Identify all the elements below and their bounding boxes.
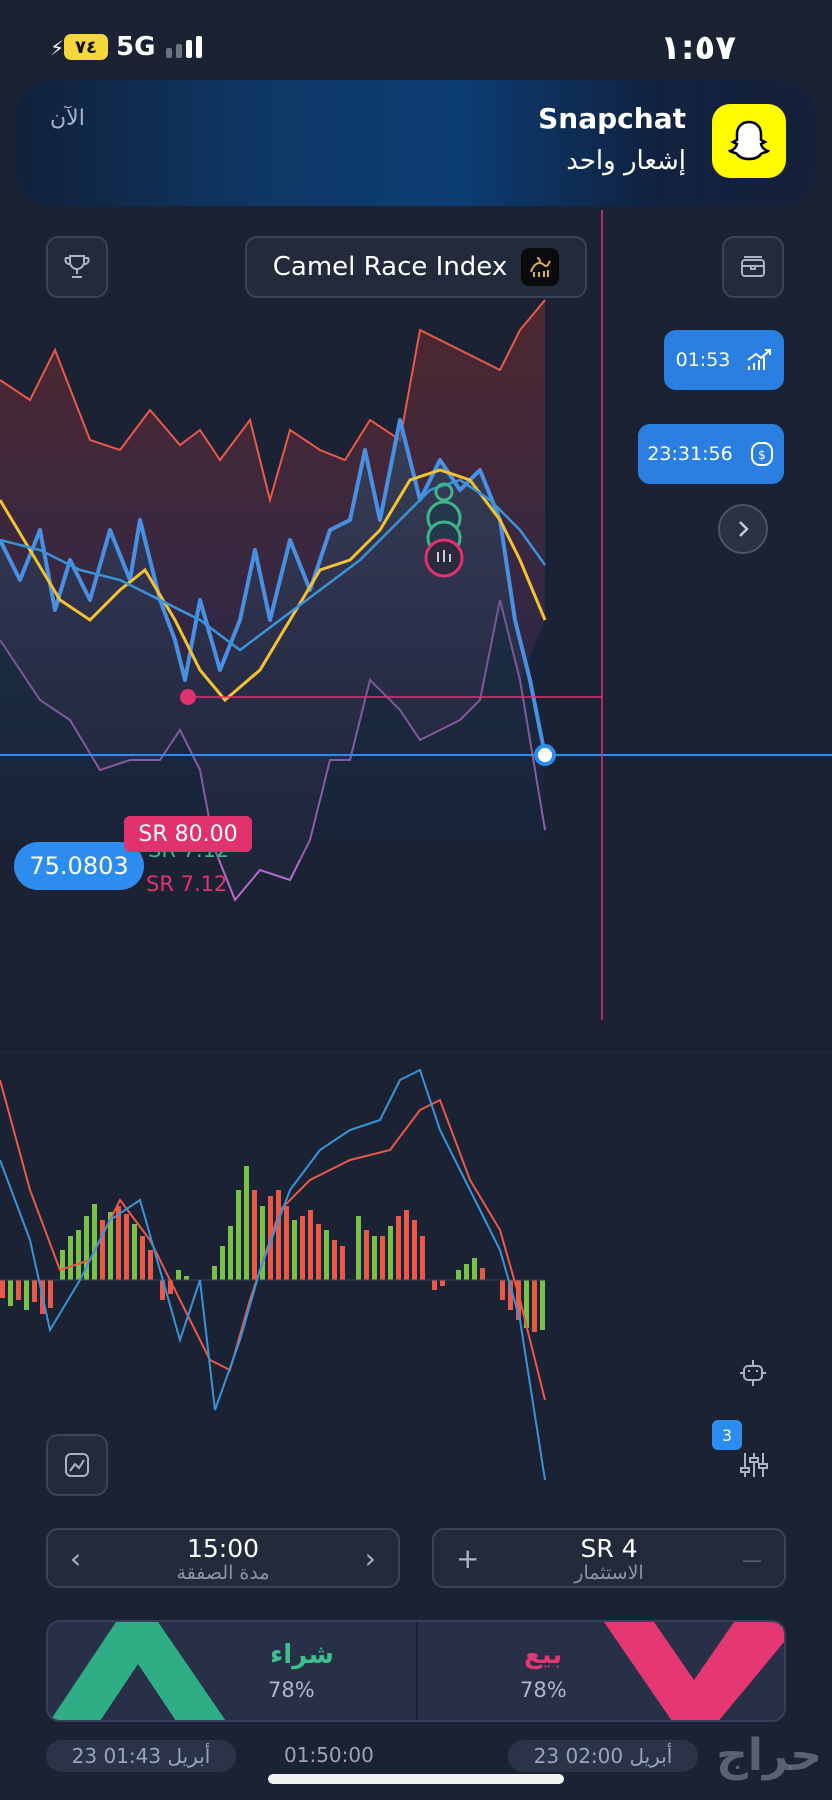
investment-decrease-button[interactable]: — (742, 1548, 762, 1572)
chart-type-icon (65, 1453, 89, 1477)
histogram-bars (0, 1166, 545, 1332)
ghost-icon (712, 104, 786, 178)
notification-message: إشعار واحد (566, 146, 686, 176)
tool-icon-button[interactable] (736, 1356, 770, 1394)
signal-icon (166, 36, 202, 58)
macd-indicator[interactable] (0, 1040, 832, 1481)
home-indicator[interactable] (268, 1774, 564, 1784)
status-clock: ١:٥٧ (660, 28, 736, 68)
battery-indicator: ٧٤ (64, 34, 108, 60)
buy-payout: 78% (268, 1678, 315, 1702)
investment-label: الاستثمار (574, 1562, 644, 1584)
buy-button[interactable]: شراء 78% (48, 1622, 416, 1720)
watermark: حراج (716, 1730, 822, 1781)
notification-time: الآن (50, 106, 85, 131)
investment-value: SR 4 (580, 1534, 638, 1563)
target-marker (180, 689, 196, 705)
buy-label: شراء (270, 1640, 334, 1670)
trade-amount-red: SR 7.12 (146, 872, 228, 896)
notification-app-name: Snapchat (538, 102, 686, 135)
indicators-button[interactable] (740, 1450, 768, 1484)
chart-type-button[interactable] (46, 1434, 108, 1496)
trade-panel: شراء 78% بيع 78% (46, 1620, 786, 1722)
duration-increase-button[interactable]: › (365, 1542, 376, 1575)
target-price-tag[interactable]: SR 80.00 (124, 816, 252, 852)
sliders-icon (740, 1453, 768, 1477)
sell-label: بيع (524, 1640, 563, 1670)
sell-payout: 78% (520, 1678, 567, 1702)
timeline-end: 23 أبريل 02:00 (508, 1740, 698, 1772)
sell-button[interactable]: بيع 78% (418, 1622, 784, 1720)
snapchat-notification[interactable]: Snapchat إشعار واحد الآن (16, 80, 816, 206)
current-price-dot[interactable] (534, 744, 556, 766)
tools-icon (740, 1360, 766, 1386)
duration-value: 15:00 (186, 1534, 260, 1563)
duration-control[interactable]: ‹ 15:00 مدة الصفقة › (46, 1528, 400, 1588)
indicator-count-badge: 3 (712, 1420, 742, 1450)
status-bar: ⚡ ٧٤ 5G ١:٥٧ (0, 0, 832, 80)
charging-icon: ⚡ (50, 36, 65, 60)
timeline-middle: 01:50:00 (284, 1743, 374, 1767)
timeline-start: 23 أبريل 01:43 (46, 1740, 236, 1772)
investment-control[interactable]: + SR 4 الاستثمار — (432, 1528, 786, 1588)
network-type: 5G (116, 32, 156, 62)
duration-label: مدة الصفقة (176, 1562, 270, 1584)
